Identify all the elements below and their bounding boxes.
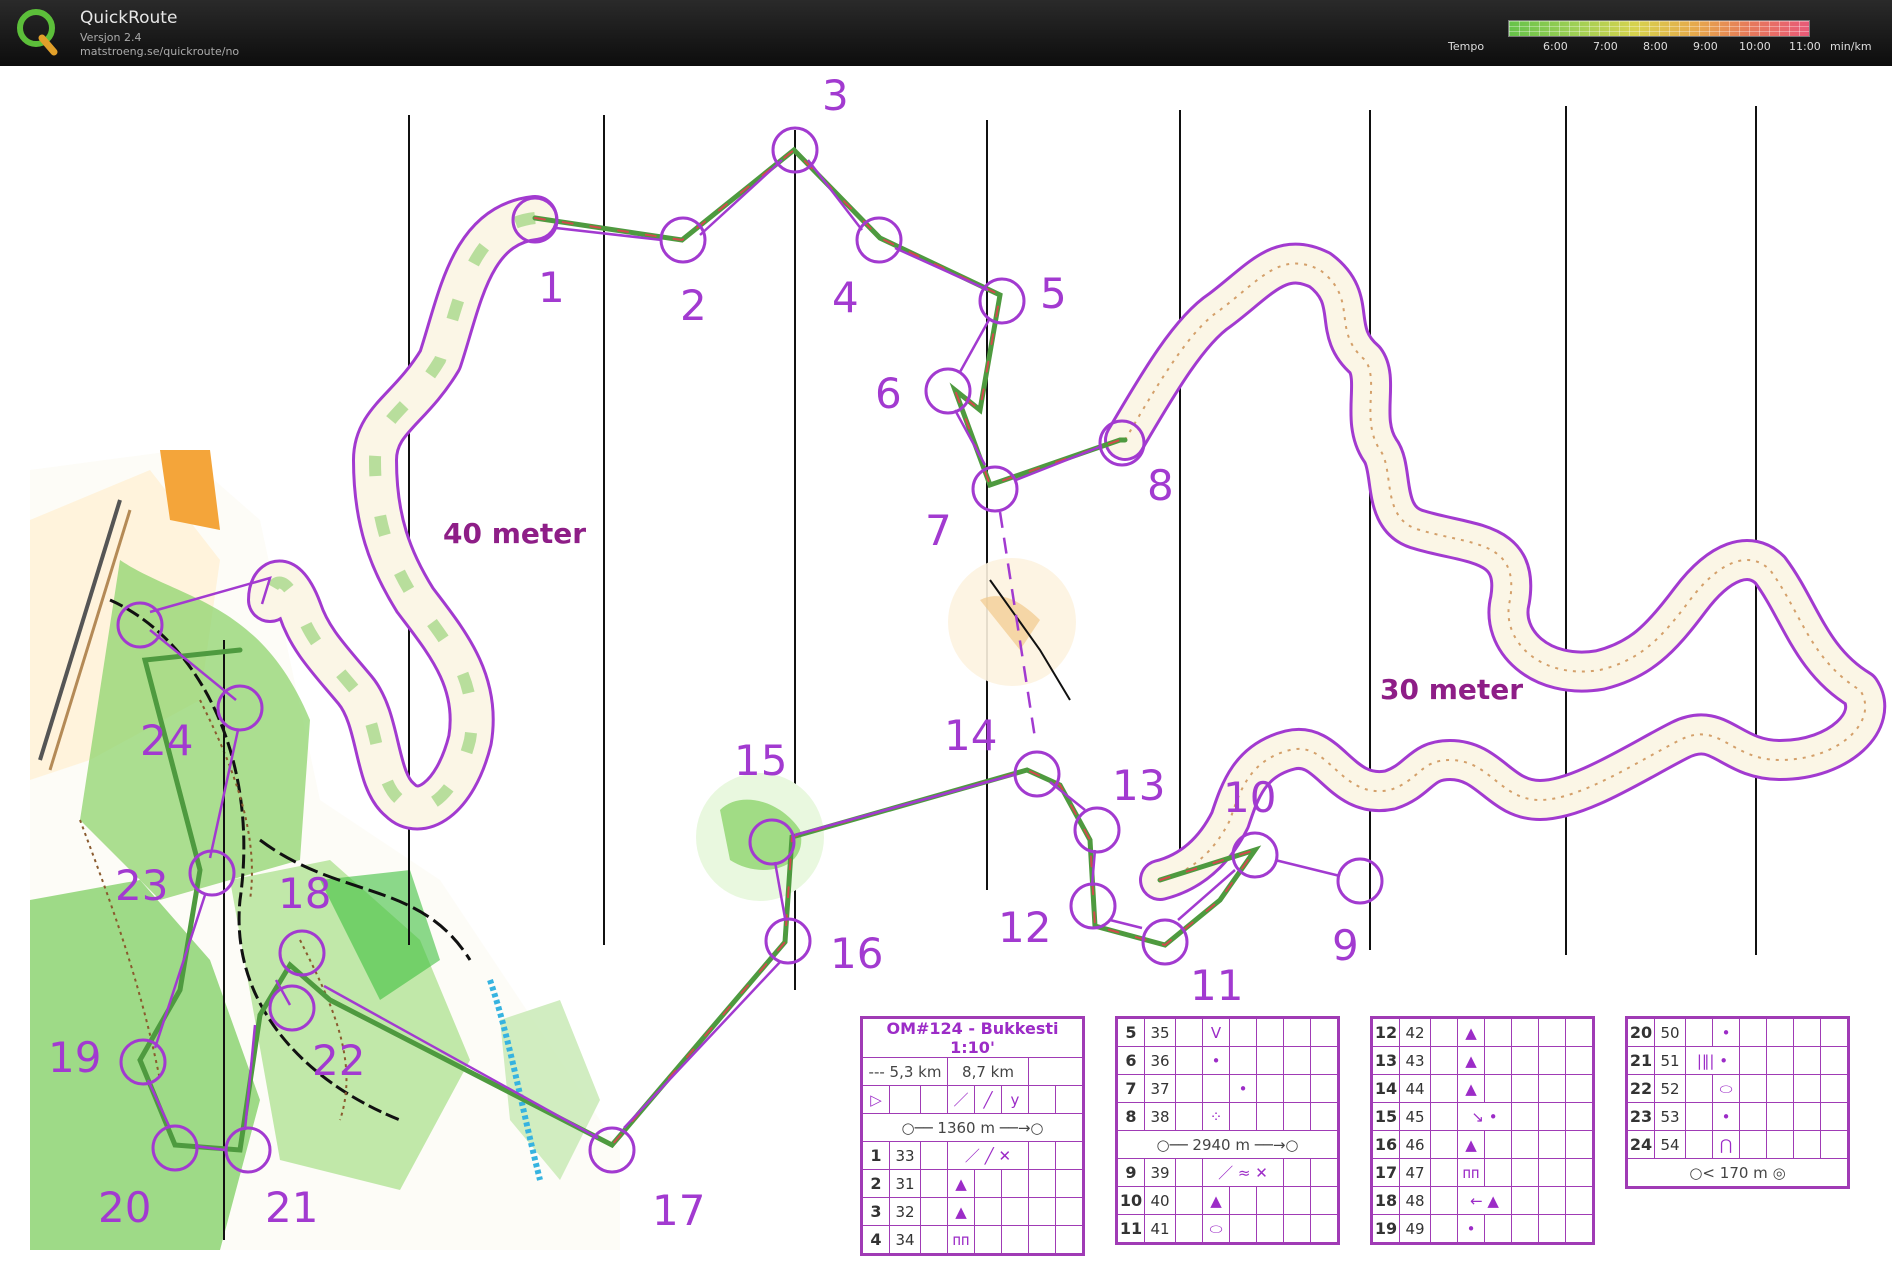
corridor-40m: [247, 195, 558, 831]
control-descriptions-sheet-2: 5 35 V 6 36 • 7 37 • 8 38 ⁘ ○── 2940 m ──→○ 9 39 ／…: [1115, 1016, 1340, 1245]
control-number: 14: [944, 711, 997, 760]
control-circle-7: [971, 465, 1019, 513]
app-title: QuickRoute: [80, 8, 178, 28]
control-number: 23: [115, 861, 168, 910]
map-window-patches: [696, 558, 1076, 901]
start-triangle-icon: ▷: [862, 1085, 890, 1114]
control-symbol: •: [1202, 1046, 1230, 1075]
control-symbol: ▲: [1202, 1186, 1230, 1215]
control-symbol: ← ▲: [1457, 1186, 1512, 1215]
tempo-unit: min/km: [1830, 40, 1872, 53]
control-number: 21: [265, 1183, 318, 1232]
control-symbol: •: [1712, 1018, 1740, 1047]
control-number: 9: [1332, 921, 1359, 970]
control-number: 3: [822, 71, 849, 120]
control-number: 4: [832, 273, 859, 322]
control-symbol: ⬭: [1712, 1074, 1740, 1103]
corridor-width-label: 40 meter: [443, 517, 586, 550]
app-version: Versjon 2.4: [80, 31, 142, 44]
control-number: 11: [1190, 961, 1243, 1010]
control-number: 15: [734, 736, 787, 785]
control-number: 18: [278, 869, 331, 918]
control-number: 7: [925, 506, 952, 555]
control-symbol: ▲: [1457, 1046, 1485, 1075]
control-symbol: ▲: [1457, 1130, 1485, 1159]
course-title: OM#124 - Bukkesti 1:10': [862, 1018, 1083, 1058]
corridor-width-label: 30 meter: [1380, 673, 1523, 706]
control-number: 20: [98, 1183, 151, 1232]
control-symbol: •: [1712, 1102, 1740, 1131]
control-symbol: ⁘: [1202, 1102, 1230, 1131]
control-symbol: ᴨᴨ: [1457, 1158, 1485, 1187]
control-number: 5: [1040, 269, 1067, 318]
control-descriptions-sheet-3: 12 42 ▲ 13 43 ▲ 14 44 ▲ 15 45 ↘ • 16 46 ▲ 17 47 ᴨᴨ 1…: [1370, 1016, 1595, 1245]
control-number: 2: [680, 281, 707, 330]
control-symbol: •: [1457, 1214, 1485, 1243]
control-symbol: |‖| •: [1685, 1046, 1740, 1075]
control-symbol: V: [1202, 1018, 1230, 1047]
control-number: 8: [1147, 461, 1174, 510]
control-symbol: ▲: [1457, 1018, 1485, 1047]
control-symbol: ▲: [947, 1197, 975, 1226]
control-number: 6: [875, 369, 902, 418]
control-number: 1: [538, 263, 565, 312]
control-symbol: ⋂: [1712, 1130, 1740, 1159]
tempo-tick: 7:00: [1593, 40, 1618, 53]
tempo-tick: 6:00: [1543, 40, 1568, 53]
control-symbol: ⬭: [1202, 1214, 1230, 1243]
course-length-alt: 8,7 km: [947, 1057, 1029, 1086]
finish-distance: ○< 170 m ◎: [1627, 1158, 1848, 1187]
tempo-tick: 8:00: [1643, 40, 1668, 53]
tempo-tick: 11:00: [1789, 40, 1821, 53]
control-symbol: ／ ╱ ✕: [947, 1141, 1029, 1170]
control-number: 10: [1223, 773, 1276, 822]
control-circle-13: [1073, 806, 1121, 854]
control-symbol: •: [1229, 1074, 1257, 1103]
app-header: QuickRoute Versjon 2.4 matstroeng.se/qui…: [0, 0, 1892, 66]
course-length: --- 5,3 km: [862, 1057, 948, 1086]
control-symbol: ᴨᴨ: [947, 1225, 975, 1254]
control-number: 13: [1112, 761, 1165, 810]
control-symbol: ▲: [947, 1169, 975, 1198]
control-number: 24: [140, 716, 193, 765]
control-number: 19: [48, 1033, 101, 1082]
terrain-map-area: [30, 450, 620, 1250]
app-url[interactable]: matstroeng.se/quickroute/no: [80, 45, 239, 58]
quickroute-logo-icon: [17, 9, 58, 56]
leg-distance: ○── 1360 m ──→○: [862, 1113, 1083, 1142]
control-circle-9: [1336, 857, 1384, 905]
control-number: 16: [830, 929, 883, 978]
tempo-label: Tempo: [1448, 40, 1485, 53]
tempo-tick: 9:00: [1693, 40, 1718, 53]
control-descriptions-sheet-1: OM#124 - Bukkesti 1:10' --- 5,3 km 8,7 k…: [860, 1016, 1085, 1256]
control-symbol: ／ ≈ ✕: [1202, 1158, 1284, 1187]
leg-distance: ○── 2940 m ──→○: [1117, 1130, 1338, 1159]
control-number: 17: [652, 1186, 705, 1235]
control-number: 12: [998, 903, 1051, 952]
control-descriptions-sheet-4: 20 50 • 21 51 |‖| • 22 52 ⬭ 23 53 • 24 54 ⋂ ○< 170…: [1625, 1016, 1850, 1189]
control-circle-6: [924, 367, 972, 415]
control-symbol: ↘ •: [1457, 1102, 1512, 1131]
tempo-tick: 10:00: [1739, 40, 1771, 53]
tempo-color-scale: [1508, 20, 1810, 37]
control-symbol: ▲: [1457, 1074, 1485, 1103]
control-number: 22: [312, 1036, 365, 1085]
